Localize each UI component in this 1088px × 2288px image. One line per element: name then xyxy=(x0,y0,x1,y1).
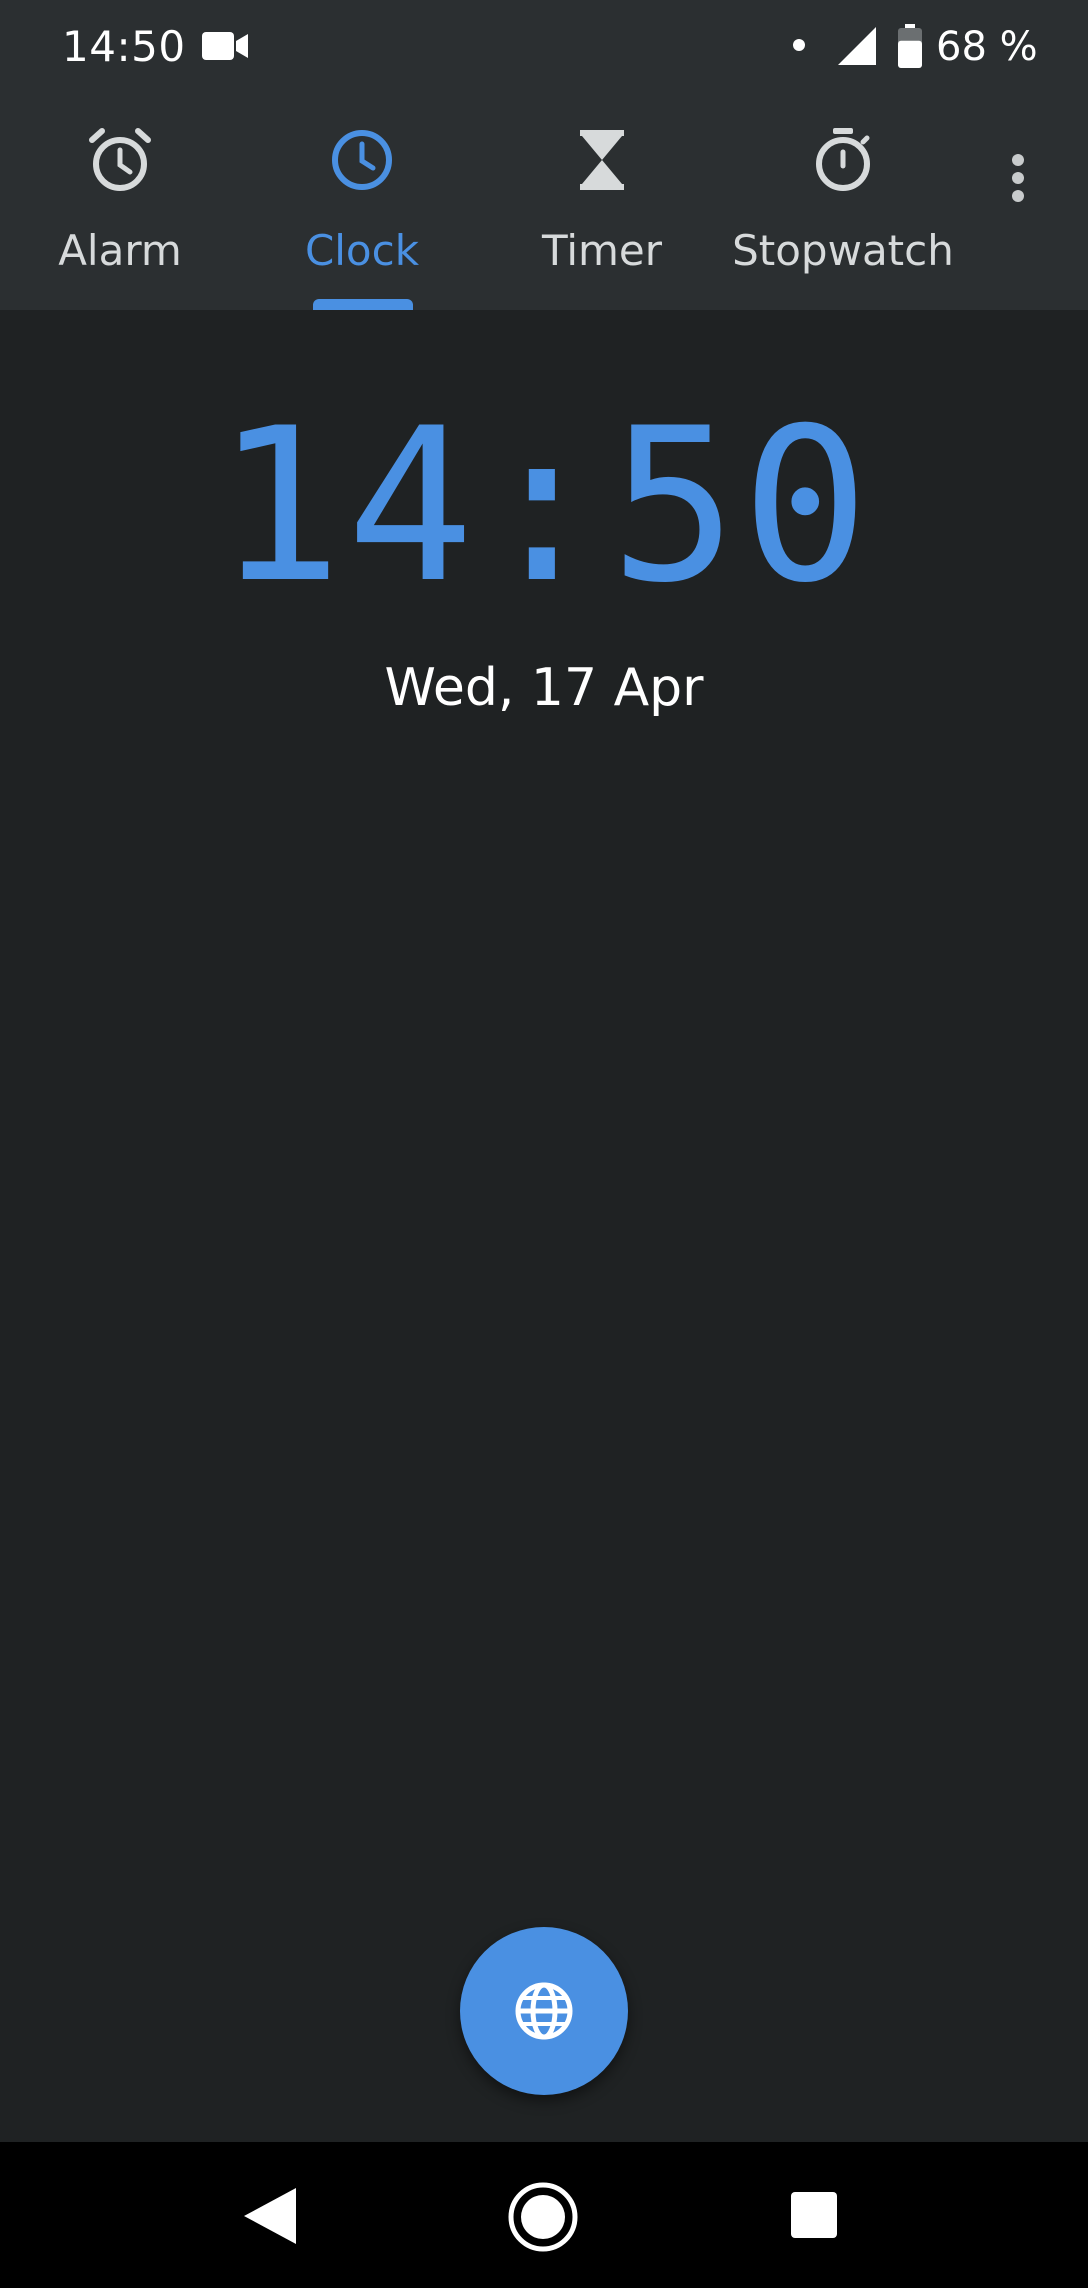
tab-timer[interactable]: Timer xyxy=(502,100,702,310)
current-time: 14:50 xyxy=(214,382,874,629)
tab-alarm[interactable]: Alarm xyxy=(20,100,220,310)
tab-alarm-label: Alarm xyxy=(58,226,182,275)
cellular-signal-icon xyxy=(838,27,876,65)
app-header: 14:50 68 % Alarm Clock Timer Stopwatch xyxy=(0,0,1088,310)
alarm-clock-icon xyxy=(89,128,151,191)
tab-clock[interactable]: Clock xyxy=(262,100,462,310)
overflow-menu-button[interactable] xyxy=(998,148,1038,208)
recents-square-icon[interactable] xyxy=(791,2192,837,2238)
tab-clock-label: Clock xyxy=(304,226,420,275)
home-circle-icon[interactable] xyxy=(508,2182,578,2252)
tab-stopwatch-label: Stopwatch xyxy=(732,226,954,275)
clock-app-screen: 14:50 68 % Alarm Clock Timer Stopwatch 1… xyxy=(0,0,1088,2288)
tab-bar: Alarm Clock Timer Stopwatch xyxy=(0,100,1088,310)
tab-timer-label: Timer xyxy=(541,226,663,275)
globe-icon xyxy=(515,1982,573,2040)
active-tab-indicator xyxy=(313,299,413,310)
system-navigation-bar xyxy=(0,2142,1088,2288)
video-camera-icon xyxy=(202,32,248,60)
battery-percentage: 68 % xyxy=(936,24,1038,70)
notification-dot-icon xyxy=(793,39,805,51)
status-time: 14:50 xyxy=(62,22,186,71)
back-triangle-icon[interactable] xyxy=(244,2188,296,2244)
clock-icon xyxy=(332,130,392,190)
hourglass-icon xyxy=(580,130,624,190)
tab-stopwatch[interactable]: Stopwatch xyxy=(722,100,964,310)
status-bar: 14:50 68 % xyxy=(0,0,1088,100)
add-city-button[interactable] xyxy=(460,1927,628,2095)
stopwatch-icon xyxy=(816,128,870,191)
current-date: Wed, 17 Apr xyxy=(384,658,704,718)
battery-icon xyxy=(898,24,922,68)
